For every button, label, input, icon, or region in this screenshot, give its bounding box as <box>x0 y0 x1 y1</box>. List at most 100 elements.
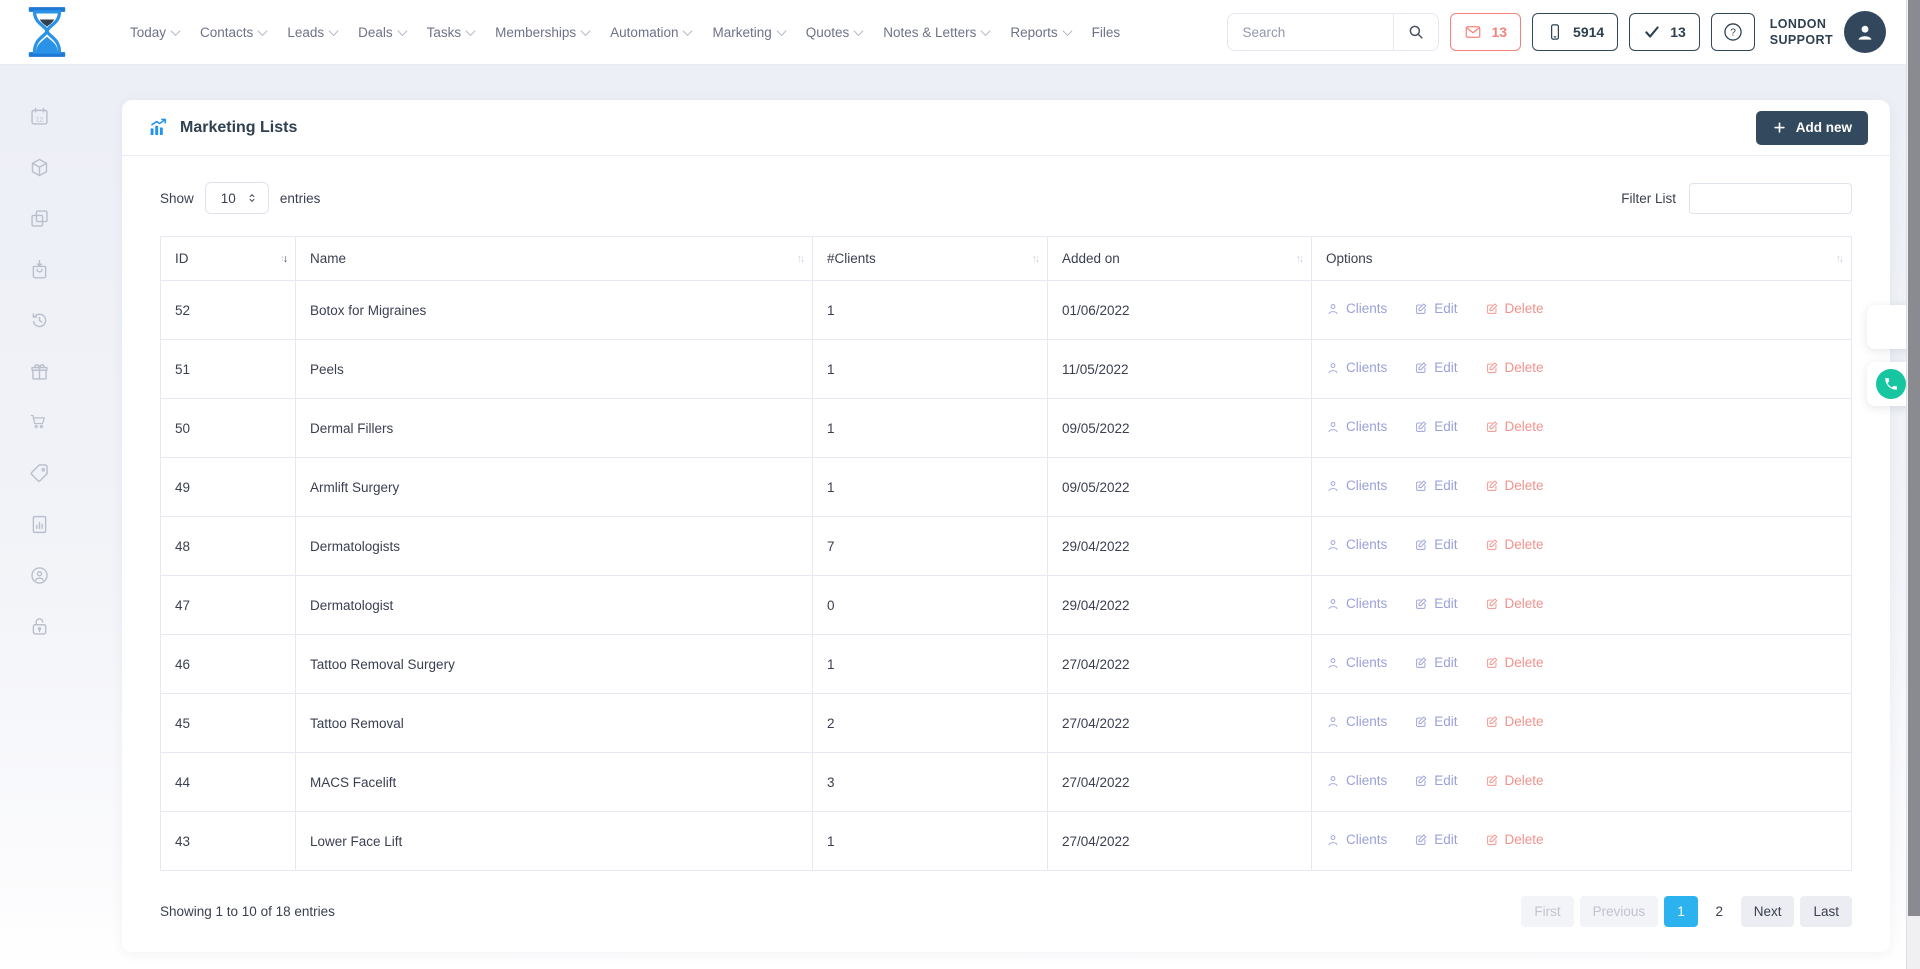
edit-link[interactable]: Edit <box>1414 360 1457 375</box>
page-button-1[interactable]: 1 <box>1664 896 1698 927</box>
clients-link[interactable]: Clients <box>1326 714 1387 729</box>
marketing-lists-card: Marketing Lists Add new Show 10 entries … <box>122 100 1890 952</box>
nav-item-marketing[interactable]: Marketing <box>712 25 784 40</box>
nav-item-automation[interactable]: Automation <box>610 25 691 40</box>
edit-link[interactable]: Edit <box>1414 832 1457 847</box>
column-header-added-on[interactable]: Added on↑↓ <box>1048 237 1312 281</box>
sidebar-item-history[interactable] <box>29 310 51 331</box>
edit-link[interactable]: Edit <box>1414 596 1457 611</box>
delete-link[interactable]: Delete <box>1485 714 1544 729</box>
sidebar-item-copy[interactable] <box>29 208 51 229</box>
clients-link[interactable]: Clients <box>1326 596 1387 611</box>
delete-link[interactable]: Delete <box>1485 773 1544 788</box>
filter-group: Filter List <box>1621 183 1852 214</box>
chevron-down-icon <box>581 26 591 36</box>
column-header-options[interactable]: Options↑↓ <box>1312 237 1852 281</box>
edit-icon <box>1485 538 1499 552</box>
edit-link[interactable]: Edit <box>1414 655 1457 670</box>
cell-added: 29/04/2022 <box>1048 517 1312 576</box>
clients-link[interactable]: Clients <box>1326 419 1387 434</box>
cell-added: 01/06/2022 <box>1048 281 1312 340</box>
indicator-check-button[interactable]: 13 <box>1629 13 1700 51</box>
nav-item-contacts[interactable]: Contacts <box>200 25 266 40</box>
sidebar-item-cart[interactable] <box>29 412 51 433</box>
indicator-mail-button[interactable]: 13 <box>1450 13 1521 51</box>
column-header-clients[interactable]: #Clients↑↓ <box>813 237 1048 281</box>
sort-icon: ↑↓ <box>1032 253 1039 265</box>
cell-name: MACS Facelift <box>296 753 813 812</box>
sidebar-item-calendar[interactable]: 12 <box>29 106 51 127</box>
nav-item-reports[interactable]: Reports <box>1010 25 1070 40</box>
scrollbar-thumb[interactable] <box>1908 0 1920 916</box>
sidebar-item-bag-receive[interactable] <box>29 259 51 280</box>
clients-link[interactable]: Clients <box>1326 537 1387 552</box>
link-label: Clients <box>1346 596 1387 611</box>
link-label: Edit <box>1434 655 1457 670</box>
search-button[interactable] <box>1393 14 1438 50</box>
sidebar-item-account[interactable] <box>29 565 51 586</box>
page-button-first[interactable]: First <box>1521 896 1573 927</box>
page-button-next[interactable]: Next <box>1741 896 1795 927</box>
app-logo-hourglass-icon[interactable] <box>24 7 70 57</box>
sidebar-item-report[interactable] <box>29 514 51 535</box>
marketing-lists-table: ID↑↓Name↑↓#Clients↑↓Added on↑↓Options↑↓ … <box>160 236 1852 871</box>
nav-item-leads[interactable]: Leads <box>287 25 337 40</box>
person-icon <box>1326 833 1340 847</box>
nav-item-today[interactable]: Today <box>130 25 179 40</box>
page-button-last[interactable]: Last <box>1800 896 1852 927</box>
edit-link[interactable]: Edit <box>1414 714 1457 729</box>
delete-link[interactable]: Delete <box>1485 537 1544 552</box>
nav-item-files[interactable]: Files <box>1092 25 1121 40</box>
clients-link[interactable]: Clients <box>1326 301 1387 316</box>
cell-options: Clients Edit Delete <box>1312 635 1852 694</box>
search-input[interactable] <box>1228 25 1393 40</box>
help-button[interactable]: ? <box>1711 13 1755 51</box>
sidebar-item-gift[interactable] <box>29 361 51 382</box>
sidebar-item-package[interactable] <box>29 157 51 178</box>
nav-item-label: Deals <box>358 25 393 40</box>
delete-link[interactable]: Delete <box>1485 419 1544 434</box>
edit-link[interactable]: Edit <box>1414 478 1457 493</box>
clients-link[interactable]: Clients <box>1326 655 1387 670</box>
cell-clients: 1 <box>813 281 1048 340</box>
edit-link[interactable]: Edit <box>1414 301 1457 316</box>
delete-link[interactable]: Delete <box>1485 360 1544 375</box>
edit-link[interactable]: Edit <box>1414 773 1457 788</box>
filter-input[interactable] <box>1689 183 1852 214</box>
delete-link[interactable]: Delete <box>1485 596 1544 611</box>
indicator-mobile-button[interactable]: 5914 <box>1532 13 1618 51</box>
edit-icon <box>1414 302 1428 316</box>
clients-link[interactable]: Clients <box>1326 832 1387 847</box>
nav-item-tasks[interactable]: Tasks <box>427 25 475 40</box>
page-size-select[interactable]: 10 <box>205 182 269 214</box>
link-label: Delete <box>1505 360 1544 375</box>
delete-link[interactable]: Delete <box>1485 478 1544 493</box>
nav-item-memberships[interactable]: Memberships <box>495 25 589 40</box>
edit-link[interactable]: Edit <box>1414 419 1457 434</box>
sidebar-item-lock[interactable] <box>29 616 51 637</box>
edit-link[interactable]: Edit <box>1414 537 1457 552</box>
clients-link[interactable]: Clients <box>1326 773 1387 788</box>
cell-added: 27/04/2022 <box>1048 812 1312 871</box>
nav-item-notes-letters[interactable]: Notes & Letters <box>883 25 989 40</box>
cell-options: Clients Edit Delete <box>1312 812 1852 871</box>
column-label: Options <box>1326 251 1373 266</box>
user-name[interactable]: LONDON SUPPORT <box>1770 16 1833 49</box>
page-button-previous[interactable]: Previous <box>1580 896 1659 927</box>
link-label: Edit <box>1434 832 1457 847</box>
nav-item-deals[interactable]: Deals <box>358 25 406 40</box>
page-button-2[interactable]: 2 <box>1704 896 1735 927</box>
cell-id: 47 <box>161 576 296 635</box>
delete-link[interactable]: Delete <box>1485 301 1544 316</box>
user-avatar[interactable] <box>1844 11 1886 53</box>
clients-link[interactable]: Clients <box>1326 360 1387 375</box>
sidebar-item-price-tag[interactable] <box>29 463 51 484</box>
scrollbar-track[interactable] <box>1906 0 1920 969</box>
column-header-id[interactable]: ID↑↓ <box>161 237 296 281</box>
nav-item-quotes[interactable]: Quotes <box>806 25 863 40</box>
add-new-button[interactable]: Add new <box>1756 111 1868 145</box>
delete-link[interactable]: Delete <box>1485 832 1544 847</box>
clients-link[interactable]: Clients <box>1326 478 1387 493</box>
column-header-name[interactable]: Name↑↓ <box>296 237 813 281</box>
delete-link[interactable]: Delete <box>1485 655 1544 670</box>
